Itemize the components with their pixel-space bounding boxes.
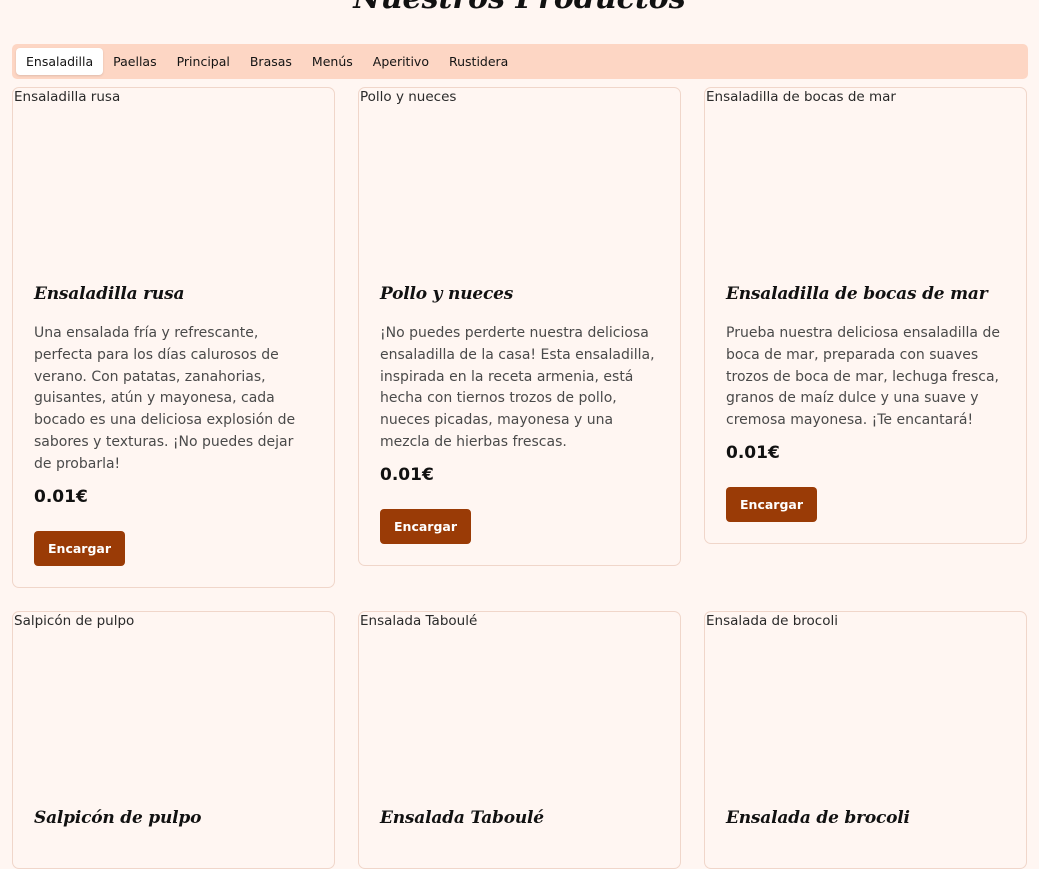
product-image: Salpicón de pulpo	[13, 612, 334, 797]
product-name: Ensalada Taboulé	[380, 807, 544, 828]
product-image: Ensalada de brocoli	[705, 612, 1026, 797]
product-card-body: Pollo y nueces ¡No puedes perderte nuest…	[359, 273, 680, 565]
order-button[interactable]: Encargar	[380, 508, 471, 544]
broken-image-placeholder: Ensaladilla de bocas de mar	[705, 89, 896, 105]
tab-menus[interactable]: Menús	[302, 48, 363, 75]
product-card-body: Ensalada Taboulé	[359, 797, 680, 868]
product-card: Ensaladilla de bocas de mar Ensaladilla …	[704, 87, 1027, 544]
tab-principal[interactable]: Principal	[167, 48, 240, 75]
product-card-body: Ensaladilla rusa Una ensalada fría y ref…	[13, 273, 334, 587]
product-image-alt: Ensaladilla de bocas de mar	[706, 89, 896, 105]
tab-ensaladilla[interactable]: Ensaladilla	[16, 48, 104, 75]
tab-paellas[interactable]: Paellas	[103, 48, 166, 75]
order-button[interactable]: Encargar	[34, 530, 125, 566]
broken-image-placeholder: Ensaladilla rusa	[13, 89, 120, 105]
product-card: Ensalada de brocoli Ensalada de brocoli	[704, 610, 1027, 869]
product-image: Ensalada Taboulé	[359, 612, 680, 797]
tab-aperitivo[interactable]: Aperitivo	[363, 48, 439, 75]
product-name: Pollo y nueces	[380, 284, 514, 304]
product-description: Prueba nuestra deliciosa ensaladilla de …	[726, 325, 1000, 429]
broken-image-placeholder: Ensalada de brocoli	[705, 613, 838, 629]
product-image: Pollo y nueces	[359, 88, 680, 273]
product-price: 0.01€	[726, 442, 780, 463]
product-card: Salpicón de pulpo Salpicón de pulpo	[12, 610, 335, 869]
product-card: Ensaladilla rusa Ensaladilla rusa Una en…	[12, 87, 335, 588]
product-image-alt: Ensalada de brocoli	[706, 612, 838, 629]
broken-image-placeholder: Salpicón de pulpo	[13, 613, 134, 629]
product-name: Ensalada de brocoli	[726, 807, 910, 828]
product-image-alt: Ensalada Taboulé	[360, 612, 478, 629]
product-image-alt: Pollo y nueces	[360, 89, 457, 105]
product-name: Ensaladilla de bocas de mar	[726, 284, 988, 304]
product-price: 0.01€	[380, 464, 434, 485]
product-description: Una ensalada fría y refrescante, perfect…	[34, 325, 296, 472]
product-name: Salpicón de pulpo	[34, 807, 202, 828]
order-button[interactable]: Encargar	[726, 486, 817, 522]
product-card-body: Ensalada de brocoli	[705, 797, 1026, 868]
product-image-alt: Salpicón de pulpo	[14, 612, 135, 629]
product-card: Ensalada Taboulé Ensalada Taboulé	[358, 610, 681, 869]
product-description: ¡No puedes perderte nuestra deliciosa en…	[380, 325, 655, 450]
product-card-body: Ensaladilla de bocas de mar Prueba nuest…	[705, 273, 1026, 543]
product-price: 0.01€	[34, 486, 88, 507]
tab-rustidera[interactable]: Rustidera	[439, 48, 518, 75]
tab-brasas[interactable]: Brasas	[240, 48, 302, 75]
category-tabs: Ensaladilla Paellas Principal Brasas Men…	[12, 44, 1028, 79]
page-title: Nuestros Productos	[0, 0, 1039, 16]
product-image: Ensaladilla de bocas de mar	[705, 88, 1026, 273]
product-image: Ensaladilla rusa	[13, 88, 334, 273]
product-grid: Ensaladilla rusa Ensaladilla rusa Una en…	[12, 87, 1028, 869]
broken-image-placeholder: Ensalada Taboulé	[359, 613, 477, 629]
product-card-body: Salpicón de pulpo	[13, 797, 334, 868]
product-card: Pollo y nueces Pollo y nueces ¡No puedes…	[358, 87, 681, 566]
product-image-alt: Ensaladilla rusa	[14, 89, 121, 105]
product-name: Ensaladilla rusa	[34, 284, 185, 304]
broken-image-placeholder: Pollo y nueces	[359, 89, 456, 105]
